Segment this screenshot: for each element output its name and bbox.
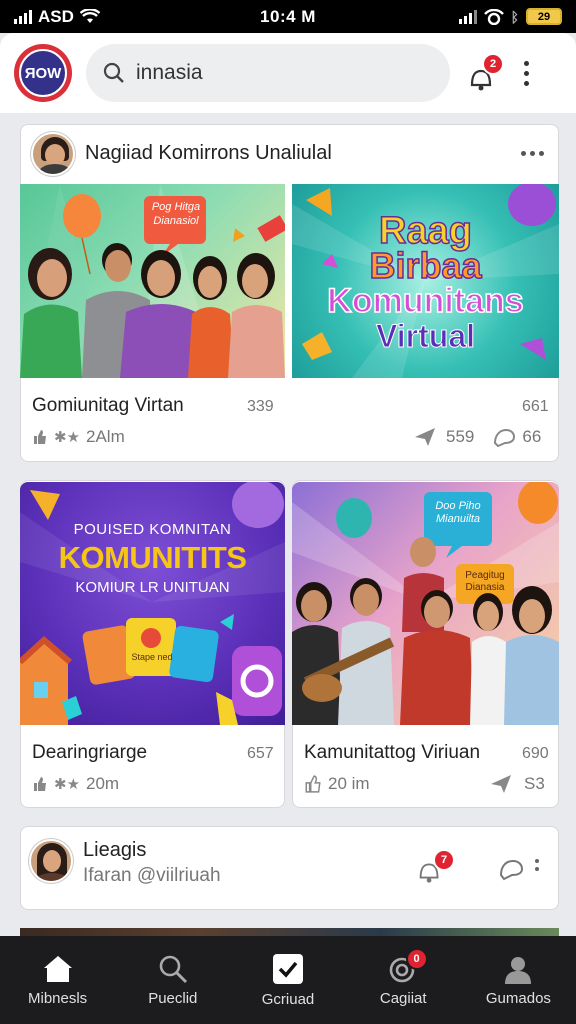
tile-3-text-line-3: KOMIUR LR UNITUAN [75, 579, 230, 596]
like-icon[interactable] [32, 776, 48, 792]
logo-text: ЯOW [19, 49, 67, 97]
tile-3-count: 657 [247, 745, 274, 762]
carrier-label: ASD [38, 6, 74, 26]
like-icon[interactable] [32, 429, 48, 445]
nav-home-label: Mibnesls [28, 989, 88, 1007]
tile-4-count: 690 [522, 745, 549, 762]
app-logo[interactable]: ЯOW [14, 44, 72, 102]
send-icon[interactable] [490, 774, 512, 794]
tile-4-meta: 20 im [304, 774, 370, 794]
bottom-nav: Mibnesls Pueclid Gcriuad 0 Cagiiat Gumad… [0, 936, 576, 1024]
notification-badge: 2 [482, 53, 504, 75]
comment-card[interactable]: Lieagis Ifaran @viilriuah 7 [20, 826, 559, 910]
tile-4-title[interactable]: Kamunitattog Viriuan [304, 742, 480, 764]
post-author[interactable]: Nagiiad Komirrons Unaliulal [85, 142, 521, 165]
checkbox-icon [273, 953, 303, 984]
nav-profile[interactable]: Gumados [461, 936, 576, 1024]
tile-4-sign-1: Doo Piho Mianuilta [435, 500, 481, 526]
tile-4-time: 20 im [328, 774, 370, 793]
post-menu-icon[interactable] [521, 151, 544, 156]
nav-activity-label: Cagiiat [379, 989, 427, 1007]
like-icon[interactable] [304, 775, 322, 793]
tile-4-shares: S3 [524, 774, 545, 793]
tile-2-count: 661 [522, 398, 549, 415]
tile-4-share-meta: S3 [490, 774, 545, 794]
comment-icon[interactable] [492, 427, 516, 447]
nav-home[interactable]: Mibnesls [0, 936, 115, 1024]
tile-1-sign: Pog Hitga Dianasiol [151, 201, 201, 228]
commenter-handle: Ifaran @viilriuah [83, 865, 221, 886]
more-options-icon[interactable] [524, 60, 529, 86]
tile-3-text-line-2: KOMUNITITS [58, 540, 247, 575]
author-avatar[interactable] [31, 131, 75, 176]
nav-create-label: Gcriuad [261, 990, 315, 1008]
chat-icon[interactable] [497, 857, 525, 881]
tile-1-count: 339 [247, 398, 274, 415]
send-icon[interactable] [414, 427, 436, 447]
tile-3-title[interactable]: Dearingriarge [32, 742, 147, 764]
comment-notify-button[interactable]: 7 [415, 849, 455, 889]
status-bar: ASD 10:4 M ᛒ 29 [0, 0, 576, 33]
tile-3-image[interactable]: POUISED KOMNITAN KOMUNITITS KOMIUR LR UN… [20, 482, 285, 725]
tile-3-meta: ✱★ 20m [32, 774, 119, 794]
tile-3-time: 20m [86, 774, 120, 793]
game-illustration [20, 482, 285, 725]
tile-2-comments: 66 [522, 427, 542, 446]
tile-2-image[interactable]: Raag Birbaa Komunitans Virtual [292, 184, 559, 378]
post-header: Nagiiad Komirrons Unaliulal [20, 124, 559, 182]
wifi-icon-right [483, 8, 504, 25]
signal-icon [14, 9, 32, 24]
band-photo-illustration [292, 482, 559, 725]
app-header: ЯOW innasia 2 [0, 33, 576, 113]
comment-badge: 7 [433, 849, 455, 871]
tile-1-time: 2Alm [86, 427, 125, 446]
commenter-avatar[interactable] [29, 839, 73, 883]
tile-2-meta: 559 66 [414, 427, 541, 447]
tile-3-card-label: Stape ned [131, 652, 173, 662]
nav-profile-label: Gumados [485, 989, 551, 1007]
tile-2-text-line-4: Virtual [376, 318, 476, 354]
tile-4-sign-2: Peagitug Dianasia [465, 570, 505, 593]
nav-create[interactable]: Gcriuad [230, 936, 345, 1024]
search-bar[interactable]: innasia [86, 44, 450, 102]
notifications-button[interactable]: 2 [466, 53, 504, 91]
bluetooth-icon: ᛒ [510, 8, 519, 25]
home-icon [43, 955, 72, 982]
clock: 10:4 M [260, 6, 316, 26]
commenter-name[interactable]: Lieagis [83, 839, 146, 862]
search-icon [103, 62, 124, 83]
tile-2-text-line-3: Komunitans [327, 282, 525, 320]
search-input[interactable]: innasia [136, 61, 203, 85]
signal-icon-right [458, 9, 477, 24]
star-icon: ✱★ [54, 776, 81, 793]
tile-2-text-line-2: Birbaa [369, 245, 483, 286]
tile-3-text-line-1: POUISED KOMNITAN [73, 521, 232, 538]
tile-1-image[interactable]: Pog Hitga Dianasiol [20, 184, 285, 378]
nav-search[interactable]: Pueclid [115, 936, 230, 1024]
star-icon: ✱★ [54, 429, 81, 446]
tile-4-image[interactable]: Doo Piho Mianuilta Peagitug Dianasia [292, 482, 559, 725]
search-icon [159, 955, 187, 983]
profile-icon [505, 956, 532, 984]
tile-1-meta: ✱★ 2Alm [32, 427, 125, 447]
battery-icon: 29 [526, 8, 562, 25]
comment-more-icon[interactable] [535, 859, 539, 871]
nav-activity-badge: 0 [405, 948, 428, 970]
nav-search-label: Pueclid [148, 989, 198, 1007]
nav-activity[interactable]: 0 Cagiiat [346, 936, 461, 1024]
wifi-icon [79, 8, 100, 23]
tile-1-title[interactable]: Gomiunitag Virtan [32, 395, 184, 417]
tile-2-shares: 559 [446, 427, 475, 446]
